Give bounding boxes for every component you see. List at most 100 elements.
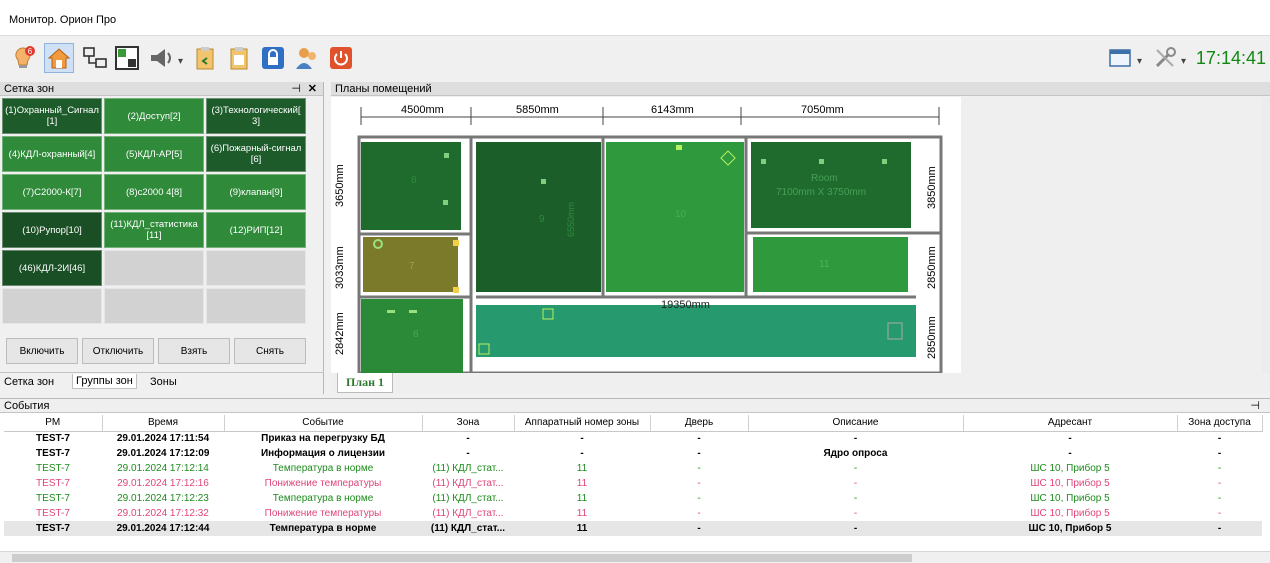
plans-title: Планы помещений	[335, 83, 432, 95]
table-cell: -	[1217, 433, 1222, 445]
table-cell: 29.01.2024 17:12:14	[117, 463, 209, 474]
table-cell: -	[466, 448, 470, 459]
plan-icon[interactable]	[112, 43, 142, 73]
zone-cell[interactable]: (6)Пожарный-сигнал [6]	[206, 136, 306, 172]
room-label: 10	[675, 209, 687, 220]
table-cell: -	[1217, 463, 1222, 474]
speaker-icon[interactable]	[146, 43, 176, 73]
settings-dropdown-icon[interactable]: ▾	[1181, 56, 1186, 67]
col-rm[interactable]: РМ	[4, 415, 103, 432]
table-row[interactable]: TEST-7 29.01.2024 17:11:54 Приказ на перег…	[4, 431, 1262, 446]
clipboard-icon[interactable]	[224, 43, 254, 73]
disable-button[interactable]: Отключить	[82, 338, 154, 364]
dim-right: 2850mm	[926, 246, 938, 289]
zone-cell-empty	[104, 288, 204, 324]
table-cell: Приказ на перегрузку БД	[261, 433, 385, 445]
zone-cell[interactable]: (2)Доступ[2]	[104, 98, 204, 134]
table-cell: -	[1217, 493, 1222, 504]
dim-top: 7050mm	[801, 104, 844, 116]
table-row[interactable]: TEST-7 29.01.2024 17:12:32 Понижение темпе…	[4, 506, 1262, 521]
room-label: 7	[409, 261, 415, 272]
tab-zone-groups[interactable]: Группы зон	[72, 374, 137, 389]
power-icon[interactable]	[326, 43, 356, 73]
zone-cell[interactable]: (12)РИП[12]	[206, 212, 306, 248]
close-icon[interactable]: ✕	[308, 82, 317, 96]
floor-plan[interactable]: 4500mm 5850mm 6143mm 7050mm 8 9 6550mm 1…	[331, 97, 961, 375]
col-description[interactable]: Описание	[748, 415, 964, 432]
zone-cell[interactable]: (5)КДЛ-АР[5]	[104, 136, 204, 172]
alarm-badge: 6	[28, 47, 33, 56]
dim-left: 2842mm	[334, 312, 346, 355]
corridor	[476, 305, 916, 357]
zone-cell[interactable]: (7)С2000-К[7]	[2, 174, 102, 210]
col-addressee[interactable]: Адресант	[963, 415, 1178, 432]
col-time[interactable]: Время	[102, 415, 225, 432]
zone-cell[interactable]: (9)клапан[9]	[206, 174, 306, 210]
zone-cell[interactable]: (1)Охранный_Сигнал [1]	[2, 98, 102, 134]
col-hw-zone[interactable]: Аппаратный номер зоны	[514, 415, 651, 432]
table-cell: 29.01.2024 17:12:44	[102, 521, 224, 536]
table-row[interactable]: TEST-7 29.01.2024 17:12:23 Температура в н…	[4, 491, 1262, 506]
events-panel: События ⊣ РМ Время Событие Зона Аппаратн…	[0, 398, 1270, 563]
table-cell: -	[748, 521, 963, 536]
table-cell: 11	[514, 521, 650, 536]
table-cell: ШС 10, Прибор 5	[1030, 493, 1110, 504]
zone-cell[interactable]: (10)Рупор[10]	[2, 212, 102, 248]
remove-button[interactable]: Снять	[234, 338, 306, 364]
dim-top: 6143mm	[651, 104, 694, 116]
tab-zones[interactable]: Зоны	[150, 376, 177, 388]
tab-plan-1[interactable]: План 1	[337, 373, 393, 393]
col-access-zone[interactable]: Зона доступа	[1177, 415, 1263, 432]
room-size: 7100mm X 3750mm	[776, 187, 866, 198]
room-label: 9	[539, 214, 545, 225]
clock: 17:14:41	[1195, 48, 1266, 68]
zone-cell[interactable]: (11)КДЛ_статистика [11]	[104, 212, 204, 248]
schema-icon[interactable]	[80, 43, 110, 73]
table-cell: 29.01.2024 17:12:32	[117, 508, 209, 519]
col-event[interactable]: Событие	[224, 415, 423, 432]
col-zone[interactable]: Зона	[422, 415, 515, 432]
table-cell: 11	[576, 463, 588, 474]
table-row[interactable]: TEST-7 29.01.2024 17:12:14 Температура в н…	[4, 461, 1262, 476]
table-row[interactable]: TEST-7 29.01.2024 17:12:16 Понижение темпе…	[4, 476, 1262, 491]
pin-icon[interactable]: ⊣	[1250, 399, 1260, 413]
zone-cell[interactable]: (4)КДЛ-охранный[4]	[2, 136, 102, 172]
lock-icon[interactable]	[258, 43, 288, 73]
room-name: Room	[811, 173, 838, 184]
window-dropdown-icon[interactable]: ▾	[1137, 56, 1142, 67]
table-cell: 11	[576, 493, 588, 504]
table-cell: -	[853, 508, 858, 519]
events-h-scrollbar[interactable]	[0, 551, 1270, 563]
table-cell: Температура в норме	[272, 463, 374, 474]
table-row[interactable]: TEST-7 29.01.2024 17:12:09 Информация о ли…	[4, 446, 1262, 461]
col-door[interactable]: Дверь	[650, 415, 749, 432]
zone-cell[interactable]: (8)с2000 4[8]	[104, 174, 204, 210]
table-cell: (11) КДЛ_стат...	[422, 521, 514, 536]
zone-cell[interactable]: (3)Технологический[ 3]	[206, 98, 306, 134]
table-cell: -	[697, 508, 701, 519]
users-icon[interactable]	[292, 43, 322, 73]
tab-zone-grid[interactable]: Сетка зон	[4, 376, 54, 388]
zone-cell-empty	[104, 250, 204, 286]
room-length: 6550mm	[566, 202, 576, 237]
table-cell: TEST-7	[36, 463, 70, 474]
plan-scrollbar[interactable]	[1262, 97, 1270, 373]
scroll-thumb[interactable]	[12, 554, 912, 562]
table-cell: -	[580, 448, 584, 459]
table-cell: -	[466, 433, 470, 445]
main-toolbar: 6 ▾ ▾ ▾ 17:14:41	[0, 37, 1270, 79]
bulb-alarm-icon[interactable]: 6	[8, 43, 38, 73]
enable-button[interactable]: Включить	[6, 338, 78, 364]
window-icon[interactable]	[1106, 43, 1136, 73]
home-icon[interactable]	[44, 43, 74, 73]
take-button[interactable]: Взять	[158, 338, 230, 364]
zone-grid-panel: Сетка зон ⊣ ✕ (1)Охранный_Сигнал [1] (2)…	[0, 82, 324, 394]
zone-cell[interactable]: (46)КДЛ-2И[46]	[2, 250, 102, 286]
settings-tools-icon[interactable]	[1150, 43, 1180, 73]
speaker-dropdown-icon[interactable]: ▾	[178, 56, 183, 67]
clipboard-in-icon[interactable]	[190, 43, 220, 73]
table-cell: TEST-7	[36, 478, 70, 489]
zone-tabs: Сетка зон Группы зон Зоны	[0, 372, 324, 392]
pin-icon[interactable]: ⊣	[291, 82, 301, 96]
table-row[interactable]: TEST-7 29.01.2024 17:12:44 Температура в н…	[4, 521, 1262, 536]
